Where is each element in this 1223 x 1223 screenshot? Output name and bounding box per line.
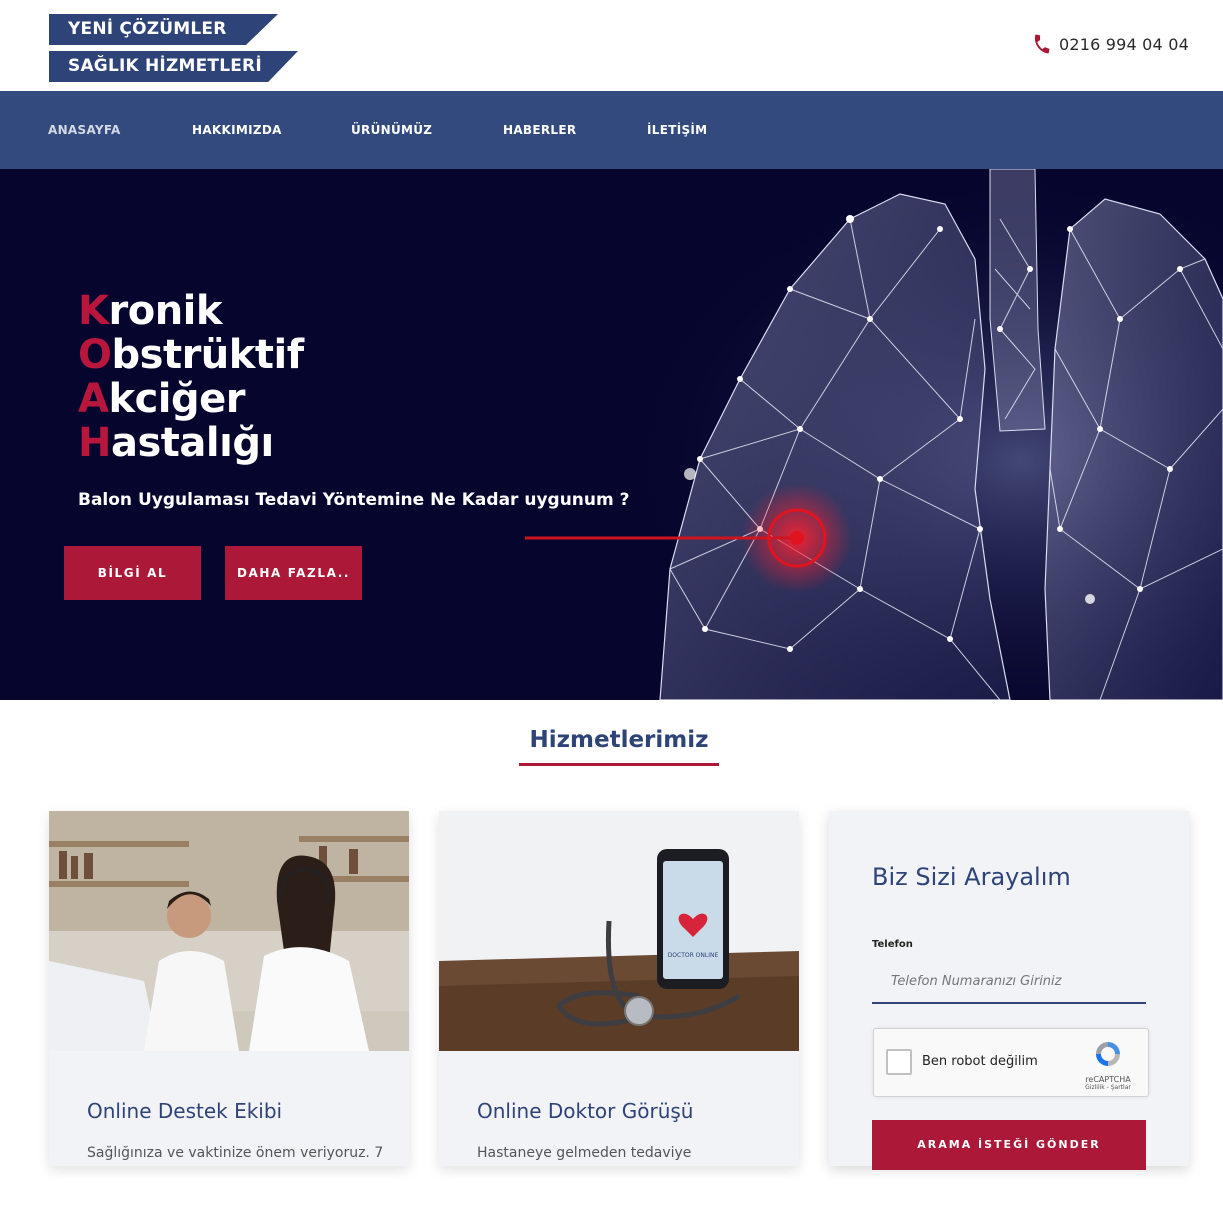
logo-line-2: SAĞLIK HİZMETLERİ [49,51,298,82]
phone-icon [1034,34,1050,54]
recaptcha-logo: reCAPTCHA Gizlilik - Şartlar [1078,1039,1138,1091]
recaptcha-widget: Ben robot değilim reCAPTCHA Gizlilik - Ş… [873,1028,1149,1097]
hero-line-3: Akciğer [78,376,245,422]
submit-call-request-button[interactable]: ARAMA İSTEĞİ GÖNDER [872,1120,1146,1170]
hero-banner: Kronik Obstrüktif Akciğer Hastalığı Balo… [0,169,1223,700]
hero-line-4: Hastalığı [78,420,274,466]
main-nav: ANASAYFA HAKKIMIZDA ÜRÜNÜMÜZ HABERLER İL… [0,91,1223,169]
captcha-checkbox[interactable] [886,1049,912,1075]
phone-input[interactable] [872,961,1146,1004]
services-title: Hizmetlerimiz [529,727,709,753]
doctor-online-image: DOCTOR ONLINE [439,811,799,1051]
hero-line-1: Kronik [78,288,222,334]
header-phone[interactable]: 0216 994 04 04 [1031,33,1189,55]
captcha-label: Ben robot değilim [922,1054,1038,1069]
form-title: Biz Sizi Arayalım [872,863,1071,891]
service-card-doctor[interactable]: DOCTOR ONLINE Online Doktor Görüşü Hasta… [439,811,799,1166]
nav-item-haberler[interactable]: HABERLER [503,91,576,169]
nav-item-anasayfa[interactable]: ANASAYFA [48,91,121,169]
hero-line-2: Obstrüktif [78,332,304,378]
info-button[interactable]: BİLGİ AL [64,546,201,600]
phone-screen-text: DOCTOR ONLINE [668,952,719,959]
title-underline [519,763,719,766]
recaptcha-icon [1096,1042,1120,1066]
card-title: Online Destek Ekibi [87,1099,283,1123]
nav-item-urunumuz[interactable]: ÜRÜNÜMÜZ [351,91,432,169]
hero-title: Kronik Obstrüktif Akciğer Hastalığı [78,289,304,465]
phone-label: Telefon [872,939,913,950]
captcha-brand: reCAPTCHA [1085,1075,1131,1084]
card-title: Online Doktor Görüşü [477,1099,694,1123]
more-button[interactable]: DAHA FAZLA.. [225,546,362,600]
nav-item-hakkimizda[interactable]: HAKKIMIZDA [192,91,282,169]
card-text: Sağlığınıza ve vaktinize önem veriyoruz.… [87,1145,384,1161]
support-team-image [49,811,409,1051]
card-text: Hastaneye gelmeden tedaviye [477,1145,692,1161]
site-header: YENİ ÇÖZÜMLER SAĞLIK HİZMETLERİ 0216 994… [0,0,1223,91]
callback-form: Biz Sizi Arayalım Telefon Ben robot deği… [829,811,1189,1170]
nav-item-iletisim[interactable]: İLETİŞİM [647,91,707,169]
captcha-links[interactable]: Gizlilik - Şartlar [1078,1084,1138,1091]
logo-line-1: YENİ ÇÖZÜMLER [49,14,278,45]
hero-subtitle: Balon Uygulaması Tedavi Yöntemine Ne Kad… [78,490,630,510]
phone-number: 0216 994 04 04 [1058,34,1189,54]
service-card-support[interactable]: Online Destek Ekibi Sağlığınıza ve vakti… [49,811,409,1166]
site-logo[interactable]: YENİ ÇÖZÜMLER SAĞLIK HİZMETLERİ [49,14,309,84]
